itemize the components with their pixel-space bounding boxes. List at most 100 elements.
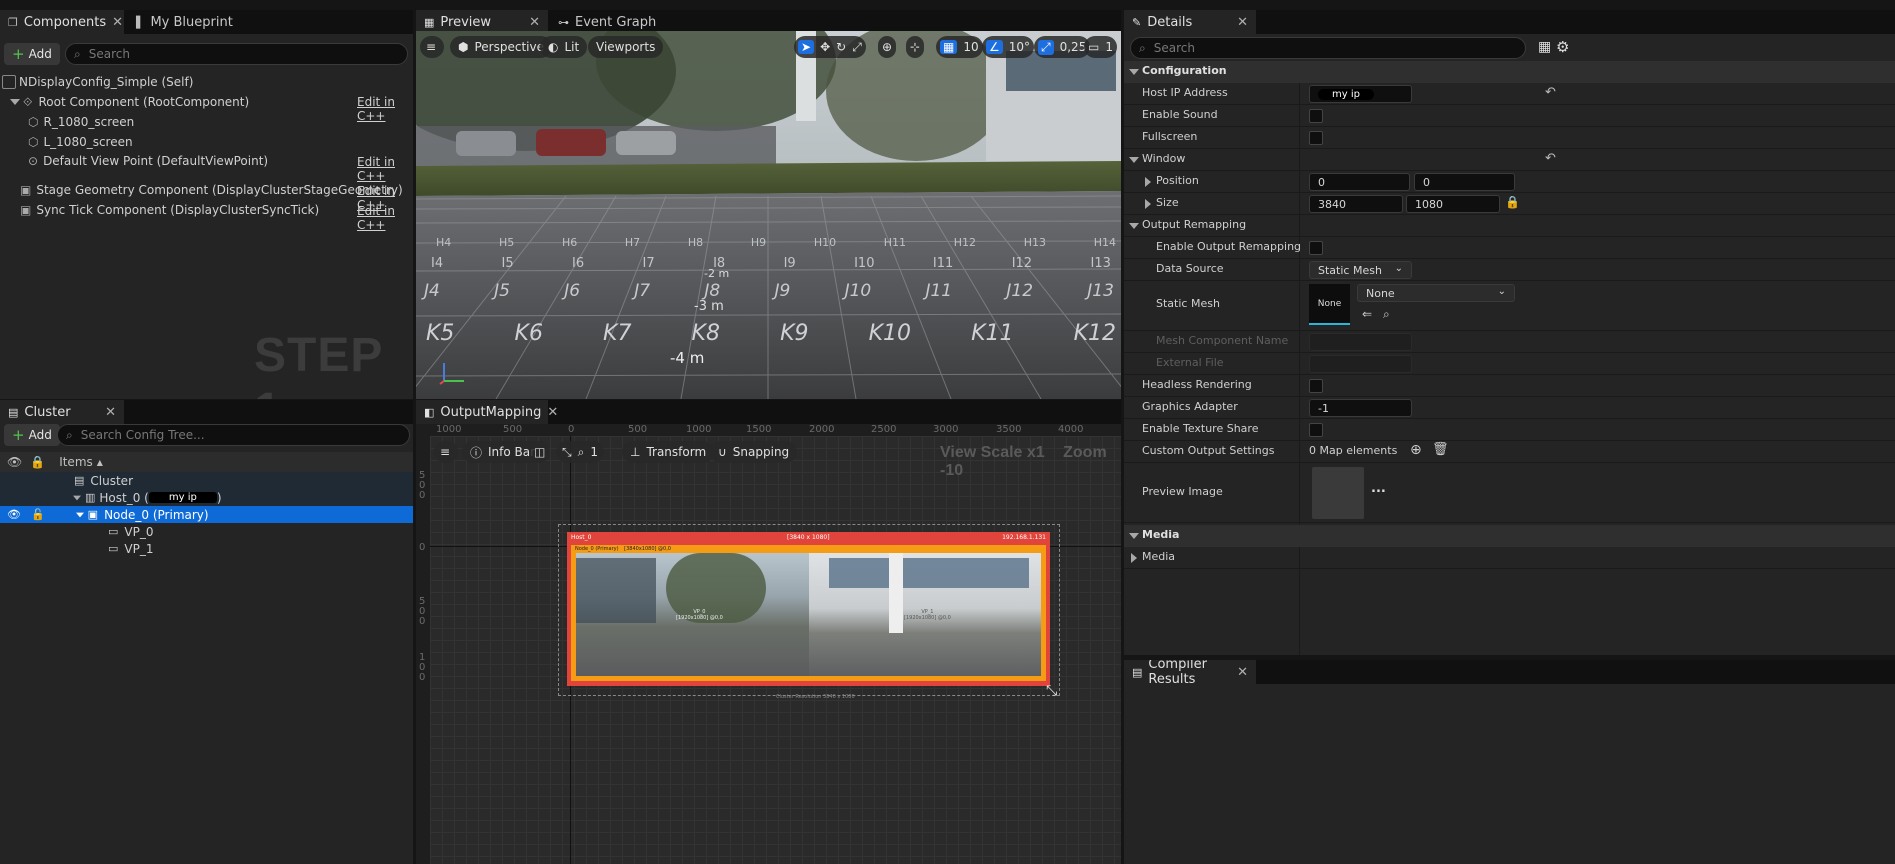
data-source-dropdown[interactable]: Static Mesh ⌄ — [1309, 261, 1412, 279]
lock-icon[interactable]: 🔒 — [30, 455, 45, 469]
transform-button[interactable]: ⊥ Transform — [622, 441, 715, 463]
expand-arrow-icon[interactable] — [1129, 69, 1139, 75]
graphics-adapter-field[interactable]: -1 — [1309, 399, 1412, 417]
3d-viewport[interactable]: H4 H5 H6 H7 H8 H9 H10 H11 H12 H13 H14 I4 I5 I6 I7 I8 I9… — [416, 31, 1121, 399]
table-view-icon[interactable]: ▦ — [1538, 39, 1551, 55]
visibility-icon[interactable]: 👁 — [7, 455, 22, 469]
tree-item-root-component[interactable]: ⟐ Root Component (RootComponent) — [0, 92, 413, 112]
edit-in-cpp-link[interactable]: Edit in C++ — [357, 155, 413, 183]
vp0-preview[interactable]: VP_0 [1920x1080] @0,0 — [576, 553, 809, 676]
tab-output-mapping[interactable]: ◧ OutputMapping ✕ — [416, 400, 558, 424]
components-search[interactable]: ⌕ — [65, 43, 408, 65]
view-options-button[interactable]: ◫ — [530, 441, 550, 463]
browse-icon[interactable]: ⌕ — [1383, 307, 1390, 322]
resize-handle-icon[interactable]: ⤡ — [1046, 683, 1057, 699]
close-icon[interactable]: ✕ — [112, 15, 123, 30]
headless-rendering-checkbox[interactable] — [1309, 379, 1323, 393]
preview-image-thumbnail[interactable] — [1312, 467, 1364, 519]
camera-speed-button[interactable]: ▭ 1 — [1084, 36, 1117, 58]
more-options[interactable]: ... — [1371, 481, 1386, 496]
surface-snap-button[interactable]: ⊹ — [906, 36, 925, 58]
static-mesh-thumbnail[interactable]: None — [1309, 284, 1350, 325]
snapping-button[interactable]: ∪ Snapping — [710, 441, 798, 463]
cluster-search[interactable]: ⌕ — [57, 424, 410, 446]
use-selected-icon[interactable]: ⇐ — [1362, 307, 1372, 321]
tab-details[interactable]: ✎ Details ✕ — [1124, 10, 1256, 34]
tab-my-blueprint[interactable]: ▌ My Blueprint — [128, 10, 268, 34]
host-ip-field[interactable]: my ip — [1309, 85, 1412, 103]
enable-sound-checkbox[interactable] — [1309, 109, 1323, 123]
add-component-button[interactable]: + Add — [4, 43, 60, 65]
tree-item-default-view-point[interactable]: ⊙ Default View Point (DefaultViewPoint) — [0, 151, 413, 171]
close-icon[interactable]: ✕ — [1237, 665, 1248, 680]
expand-arrow-icon[interactable] — [1129, 157, 1139, 163]
enable-texture-share-checkbox[interactable] — [1309, 423, 1323, 437]
perspective-button[interactable]: ⬢ Perspective — [450, 36, 552, 58]
select-icon[interactable]: ➤ — [798, 40, 815, 54]
edit-in-cpp-link[interactable]: Edit in C++ — [357, 204, 413, 232]
size-height-field[interactable]: 1080 — [1406, 195, 1500, 213]
trash-icon[interactable]: 🗑 — [1432, 442, 1449, 457]
components-search-input[interactable] — [86, 46, 407, 62]
close-icon[interactable]: ✕ — [1237, 15, 1248, 30]
zoom-buttons[interactable]: ⤡ ⌕ 1 — [556, 441, 604, 463]
rotate-icon[interactable]: ↻ — [836, 40, 846, 54]
row-window[interactable]: Window ↶ — [1124, 149, 1895, 171]
close-icon[interactable]: ✕ — [105, 405, 116, 420]
expand-arrow-icon[interactable] — [1129, 533, 1139, 539]
cluster-search-input[interactable] — [78, 427, 409, 443]
fullscreen-checkbox[interactable] — [1309, 131, 1323, 145]
node-box[interactable]: Node_0 (Primary) [3840x1080] @0,0 VP_0 [… — [571, 545, 1046, 681]
host-box[interactable]: Host_0 [3840 x 1080] 192.168.1.131 Node_… — [567, 532, 1050, 686]
viewport-menu-button[interactable]: ≡ — [420, 36, 444, 58]
cluster-tree-host[interactable]: ▥ Host_0 ( my ip ) — [0, 489, 413, 506]
expand-arrow-icon[interactable] — [75, 512, 84, 517]
enable-output-remapping-checkbox[interactable] — [1309, 241, 1323, 255]
collapse-arrow-icon[interactable] — [1145, 177, 1151, 187]
reset-icon[interactable]: ↶ — [1545, 85, 1556, 100]
collapse-arrow-icon[interactable] — [1145, 199, 1151, 209]
tab-cluster[interactable]: ▤ Cluster ✕ — [0, 400, 124, 424]
reset-icon[interactable]: ↶ — [1545, 151, 1556, 166]
tree-item-r-screen[interactable]: ⬡ R_1080_screen — [0, 112, 413, 132]
row-output-remapping[interactable]: Output Remapping — [1124, 215, 1895, 237]
output-menu-button[interactable]: ≡ — [434, 441, 458, 463]
expand-arrow-icon[interactable] — [1129, 223, 1139, 229]
coordinate-space-button[interactable]: ⊕ — [878, 36, 897, 58]
expand-arrow-icon[interactable] — [73, 495, 81, 500]
details-search-input[interactable] — [1151, 40, 1525, 56]
tab-compiler-results[interactable]: ▤ Compiler Results ✕ — [1124, 660, 1256, 687]
viewports-button[interactable]: Viewports — [588, 36, 664, 58]
position-x-field[interactable]: 0 — [1309, 173, 1410, 191]
tab-components[interactable]: ❐ Components ✕ — [0, 10, 124, 34]
size-width-field[interactable]: 3840 — [1309, 195, 1403, 213]
details-search[interactable]: ⌕ — [1130, 37, 1526, 59]
lit-button[interactable]: ◐ Lit — [540, 36, 588, 58]
tree-item-l-screen[interactable]: ⬡ L_1080_screen — [0, 132, 413, 152]
add-element-icon[interactable]: ⊕ — [1410, 442, 1422, 458]
position-y-field[interactable]: 0 — [1414, 173, 1515, 191]
cluster-tree-node[interactable]: 👁 🔓 ▣ Node_0 (Primary) — [0, 506, 413, 523]
move-icon[interactable]: ✥ — [820, 40, 830, 54]
row-media[interactable]: Media — [1124, 547, 1895, 569]
unlock-icon[interactable]: 🔓 — [31, 508, 45, 521]
add-cluster-item-button[interactable]: + Add — [4, 424, 60, 446]
close-icon[interactable]: ✕ — [547, 405, 558, 420]
lock-icon[interactable]: 🔒 — [1505, 195, 1520, 209]
collapse-arrow-icon[interactable] — [1131, 553, 1137, 563]
expand-arrow-icon[interactable] — [10, 99, 20, 105]
tree-item-self[interactable]: NDisplayConfig_Simple (Self) — [0, 72, 413, 92]
tree-item-sync-tick[interactable]: ▣ Sync Tick Component (DisplayClusterSyn… — [0, 200, 413, 220]
scale-icon[interactable]: ⤢ — [852, 40, 862, 55]
cluster-tree-vp1[interactable]: ▭ VP_1 — [0, 540, 413, 557]
vp1-preview[interactable]: VP_1 [1920x1080] @0,0 — [809, 553, 1041, 676]
grid-snap-button[interactable]: ▦ 10 — [936, 36, 983, 58]
section-media[interactable]: Media — [1124, 525, 1895, 547]
visibility-icon[interactable]: 👁 — [7, 508, 21, 521]
close-icon[interactable]: ✕ — [529, 15, 540, 30]
tree-item-stage-geometry[interactable]: ▣ Stage Geometry Component (DisplayClust… — [0, 180, 413, 200]
rotation-snap-button[interactable]: ∠ 10° — [982, 36, 1035, 58]
gear-icon[interactable]: ⚙ — [1556, 38, 1569, 56]
cluster-tree-cluster[interactable]: ▤ Cluster — [0, 472, 413, 489]
cluster-tree-vp0[interactable]: ▭ VP_0 — [0, 523, 413, 540]
